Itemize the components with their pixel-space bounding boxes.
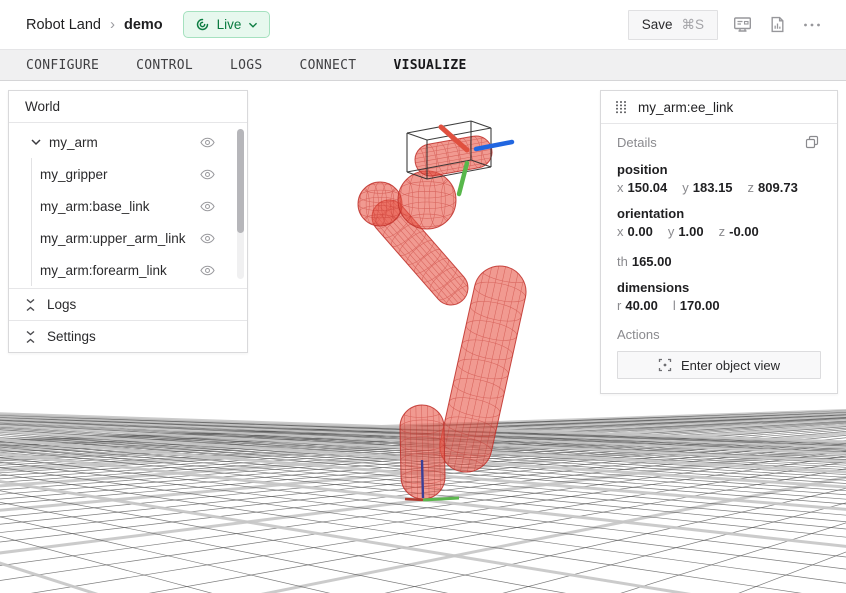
tree-item-label: my_arm:forearm_link xyxy=(40,263,167,278)
selected-object-title: my_arm:ee_link xyxy=(638,100,733,115)
axis-value: -0.00 xyxy=(729,224,759,239)
tree-item-label: my_arm:base_link xyxy=(40,199,150,214)
logs-section-label: Logs xyxy=(47,297,76,312)
focus-icon xyxy=(658,358,672,372)
visibility-toggle[interactable] xyxy=(198,231,217,246)
details-panel: my_arm:ee_link Details position x150. xyxy=(600,90,838,394)
breadcrumb: Robot Land › demo xyxy=(26,16,163,33)
eye-icon xyxy=(200,137,215,148)
remote-control-button[interactable] xyxy=(730,13,755,36)
save-button[interactable]: Save ⌘S xyxy=(628,10,718,40)
visibility-toggle[interactable] xyxy=(198,135,217,150)
collapse-vertical-icon xyxy=(25,298,36,312)
enter-object-view-label: Enter object view xyxy=(681,358,780,373)
tree-item-label: my_arm xyxy=(49,135,98,150)
axis-value: 183.15 xyxy=(693,180,733,195)
visibility-toggle[interactable] xyxy=(198,263,217,278)
tab-connect[interactable]: CONNECT xyxy=(300,58,357,73)
axis-value: 1.00 xyxy=(678,224,703,239)
machine-report-button[interactable] xyxy=(767,13,788,36)
save-label: Save xyxy=(642,17,673,32)
axis-key: y xyxy=(682,180,689,195)
app-window: Robot Land › demo Live Save ⌘S xyxy=(0,0,846,81)
collapse-vertical-icon xyxy=(25,330,36,344)
visibility-toggle[interactable] xyxy=(198,167,217,182)
world-tree: my_arm my_gripper xyxy=(9,123,247,288)
dim-key: r xyxy=(617,298,621,313)
tab-control[interactable]: CONTROL xyxy=(136,58,193,73)
dim-value: 170.00 xyxy=(680,298,720,313)
monitor-icon xyxy=(733,16,752,33)
axis-key: y xyxy=(668,224,675,239)
world-panel-title: World xyxy=(25,99,60,114)
tab-bar: CONFIGURE CONTROL LOGS CONNECT VISUALIZE xyxy=(0,49,846,81)
breadcrumb-robot-land[interactable]: Robot Land xyxy=(26,17,101,33)
settings-section-toggle[interactable]: Settings xyxy=(9,320,247,352)
tab-visualize[interactable]: VISUALIZE xyxy=(393,58,466,73)
eye-icon xyxy=(200,233,215,244)
breadcrumb-separator-icon: › xyxy=(110,16,115,33)
settings-section-label: Settings xyxy=(47,329,96,344)
scrollbar-thumb[interactable] xyxy=(237,129,244,233)
position-section: position x 150.04 y 183.15 z809.73 xyxy=(617,162,821,195)
tree-item-my-gripper[interactable]: my_gripper xyxy=(32,158,247,190)
tab-logs[interactable]: LOGS xyxy=(230,58,263,73)
tab-configure[interactable]: CONFIGURE xyxy=(26,58,99,73)
section-title: dimensions xyxy=(617,280,821,295)
section-title: position xyxy=(617,162,821,177)
axis-value: 165.00 xyxy=(632,254,672,269)
actions-label: Actions xyxy=(617,327,821,342)
dimensions-section: dimensions r 40.00 l 170.00 xyxy=(617,280,821,313)
tree-item-my-arm[interactable]: my_arm xyxy=(9,126,247,158)
drag-handle-icon[interactable] xyxy=(615,100,627,114)
tree-item-label: my_arm:upper_arm_link xyxy=(40,231,186,246)
document-chart-icon xyxy=(770,16,785,33)
visibility-toggle[interactable] xyxy=(198,199,217,214)
visualize-canvas: World my_arm xyxy=(0,81,846,593)
save-shortcut: ⌘S xyxy=(681,17,704,33)
axis-value: 0.00 xyxy=(628,224,653,239)
details-panel-header: my_arm:ee_link xyxy=(601,91,837,124)
axis-key: x xyxy=(617,180,624,195)
copy-icon xyxy=(805,135,819,149)
eye-icon xyxy=(200,265,215,276)
tree-item-base-link[interactable]: my_arm:base_link xyxy=(32,190,247,222)
logs-section-toggle[interactable]: Logs xyxy=(9,288,247,320)
eye-icon xyxy=(200,201,215,212)
live-status-dropdown[interactable]: Live xyxy=(183,11,271,38)
axis-value: 150.04 xyxy=(628,180,668,195)
orientation-section: orientation x 0.00 y1.00 z-0.00 th 165.00 xyxy=(617,206,821,269)
eye-icon xyxy=(200,169,215,180)
tree-item-forearm-link[interactable]: my_arm:forearm_link xyxy=(32,254,247,286)
live-spiral-icon xyxy=(195,17,210,32)
tree-children: my_gripper my_arm:base_link xyxy=(31,158,247,286)
ellipsis-icon xyxy=(803,22,821,28)
axis-key: z xyxy=(719,224,726,239)
more-menu-button[interactable] xyxy=(800,19,824,31)
world-panel: World my_arm xyxy=(8,90,248,353)
dim-value: 40.00 xyxy=(625,298,658,313)
topbar-actions: Save ⌘S xyxy=(628,10,824,40)
topbar: Robot Land › demo Live Save ⌘S xyxy=(0,0,846,49)
axis-key: x xyxy=(617,224,624,239)
chevron-down-icon xyxy=(248,21,258,29)
enter-object-view-button[interactable]: Enter object view xyxy=(617,351,821,379)
tree-item-label: my_gripper xyxy=(40,167,108,182)
chevron-down-icon xyxy=(31,137,41,147)
copy-details-button[interactable] xyxy=(803,133,821,151)
tree-item-upper-arm-link[interactable]: my_arm:upper_arm_link xyxy=(32,222,247,254)
details-label: Details xyxy=(617,135,657,150)
world-panel-header: World xyxy=(9,91,247,123)
live-label: Live xyxy=(217,17,242,32)
axis-key: th xyxy=(617,254,628,269)
dim-key: l xyxy=(673,298,676,313)
axis-value: 809.73 xyxy=(758,180,798,195)
section-title: orientation xyxy=(617,206,821,221)
breadcrumb-machine-name: demo xyxy=(124,17,163,33)
axis-key: z xyxy=(748,180,755,195)
details-panel-body: Details position x150.04 y183.15 z809.73 xyxy=(601,124,837,393)
tree-scrollbar xyxy=(237,129,244,279)
